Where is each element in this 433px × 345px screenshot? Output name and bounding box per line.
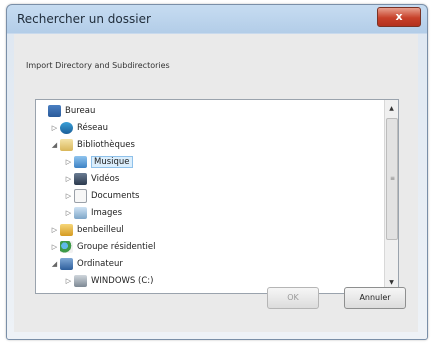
tree-item-images[interactable]: ▷ Images	[64, 205, 122, 221]
expand-arrow-icon[interactable]: ▷	[50, 243, 59, 251]
computer-icon	[60, 258, 73, 270]
tree-item-label: Groupe résidentiel	[77, 242, 156, 252]
vertical-scrollbar[interactable]: ▲ ≡ ▼	[384, 100, 398, 293]
grip-icon: ≡	[390, 175, 396, 182]
scroll-thumb[interactable]: ≡	[386, 118, 398, 240]
tree-item-label-selected: Musique	[91, 156, 133, 168]
expand-arrow-icon[interactable]: ▷	[50, 226, 59, 234]
tree-item-homegroup[interactable]: ▷ Groupe résidentiel	[50, 239, 155, 255]
tree-item-musique[interactable]: ▷ Musique	[64, 154, 133, 170]
dialog-description: Import Directory and Subdirectories	[26, 61, 170, 70]
expand-arrow-icon[interactable]: ▷	[50, 124, 59, 132]
music-icon	[74, 156, 87, 168]
libraries-icon	[60, 139, 73, 151]
expand-arrow-icon[interactable]: ▷	[64, 209, 73, 217]
tree-item-label: benbeilleul	[77, 225, 124, 235]
folder-tree[interactable]: Bureau ▷ Réseau ◢ Bibliothèques ▷ Musiqu…	[35, 99, 399, 294]
folder-browser-dialog: Rechercher un dossier x Import Directory…	[6, 4, 428, 340]
tree-item-videos[interactable]: ▷ Vidéos	[64, 171, 119, 187]
cancel-button[interactable]: Annuler	[344, 287, 406, 309]
images-icon	[74, 207, 87, 219]
close-icon: x	[395, 10, 403, 23]
tree-item-label: Ordinateur	[77, 259, 123, 269]
tree-item-label: Images	[91, 208, 123, 218]
drive-icon	[74, 275, 87, 287]
documents-icon	[74, 189, 87, 203]
tree-item-user[interactable]: ▷ benbeilleul	[50, 222, 124, 238]
tree-item-label: Vidéos	[91, 174, 120, 184]
expand-arrow-icon[interactable]: ▷	[64, 175, 73, 183]
user-folder-icon	[60, 224, 73, 236]
desktop-icon	[48, 105, 61, 117]
expand-arrow-icon[interactable]: ▷	[64, 277, 73, 285]
tree-item-label: Bibliothèques	[77, 140, 135, 150]
window-title: Rechercher un dossier	[17, 12, 151, 26]
ok-button[interactable]: OK	[267, 287, 319, 309]
expand-arrow-icon[interactable]: ▷	[64, 158, 73, 166]
expand-arrow-icon[interactable]: ▷	[64, 192, 73, 200]
tree-item-drive-c[interactable]: ▷ WINDOWS (C:)	[64, 273, 153, 289]
tree-item-ordinateur[interactable]: ◢ Ordinateur	[50, 256, 123, 272]
tree-item-label: Documents	[91, 191, 140, 201]
scroll-up-button[interactable]: ▲	[385, 102, 398, 116]
tree-item-reseau[interactable]: ▷ Réseau	[50, 120, 108, 136]
tree-item-bibliotheques[interactable]: ◢ Bibliothèques	[50, 137, 135, 153]
collapse-arrow-icon[interactable]: ◢	[50, 141, 59, 149]
homegroup-icon	[60, 241, 73, 253]
dialog-body: Import Directory and Subdirectories Bure…	[14, 34, 418, 332]
tree-item-bureau[interactable]: Bureau	[38, 103, 95, 119]
title-bar[interactable]: Rechercher un dossier x	[7, 5, 427, 33]
collapse-arrow-icon[interactable]: ◢	[50, 260, 59, 268]
tree-item-label: Bureau	[65, 106, 96, 116]
tree-item-documents[interactable]: ▷ Documents	[64, 188, 139, 204]
tree-item-label: Réseau	[77, 123, 109, 133]
close-button[interactable]: x	[377, 7, 421, 27]
network-icon	[60, 122, 73, 134]
tree-item-label: WINDOWS (C:)	[91, 276, 154, 286]
video-icon	[74, 173, 87, 185]
